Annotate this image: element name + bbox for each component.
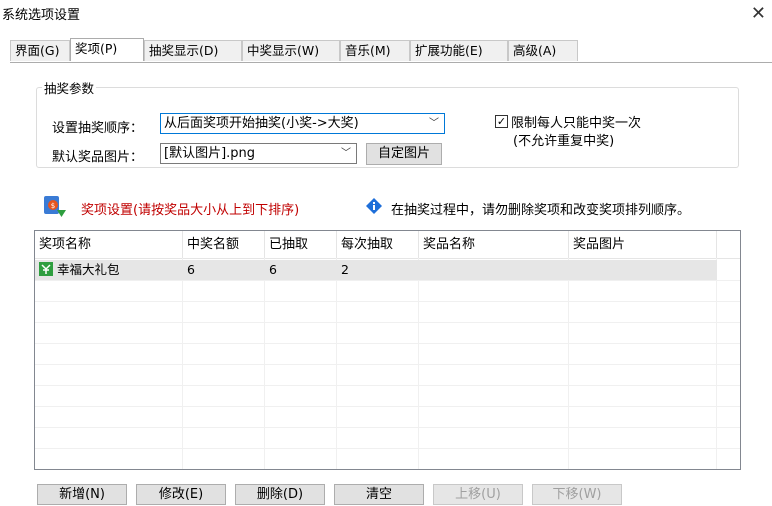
close-icon[interactable]: ✕ bbox=[751, 3, 766, 24]
column-header-prize-image[interactable]: 奖品图片 bbox=[569, 231, 717, 258]
move-up-button[interactable]: 上移(U) bbox=[433, 484, 523, 505]
column-header-name[interactable]: 奖项名称 bbox=[35, 231, 183, 258]
move-down-button[interactable]: 下移(W) bbox=[532, 484, 622, 505]
column-header-drawn[interactable]: 已抽取 bbox=[265, 231, 337, 258]
info-icon bbox=[366, 198, 382, 214]
lottery-params-legend: 抽奖参数 bbox=[44, 81, 95, 96]
cell-item-name bbox=[419, 260, 423, 280]
cell-drawn: 6 bbox=[269, 262, 277, 277]
tab-music[interactable]: 音乐(M) bbox=[340, 40, 410, 61]
default-image-label: 默认奖品图片： bbox=[52, 150, 144, 165]
tab-interface[interactable]: 界面(G) bbox=[10, 40, 70, 61]
limit-once-checkbox[interactable]: ✓ bbox=[495, 115, 508, 128]
delete-button[interactable]: 删除(D) bbox=[235, 484, 325, 505]
edit-button[interactable]: 修改(E) bbox=[136, 484, 226, 505]
table-header: 奖项名称 中奖名额 已抽取 每次抽取 奖品名称 奖品图片 bbox=[35, 231, 740, 259]
tab-prizes[interactable]: 奖项(P) bbox=[70, 38, 144, 61]
cell-quota: 6 bbox=[187, 262, 195, 277]
tab-extensions[interactable]: 扩展功能(E) bbox=[410, 40, 508, 61]
default-image-value: [默认图片].png bbox=[164, 146, 256, 161]
cell-prize-name: 幸福大礼包 bbox=[57, 262, 120, 277]
prize-icon bbox=[39, 260, 53, 280]
draw-order-label: 设置抽奖顺序： bbox=[52, 121, 144, 136]
tab-draw-display[interactable]: 抽奖显示(D) bbox=[144, 40, 242, 61]
draw-order-value: 从后面奖项开始抽奖(小奖->大奖) bbox=[164, 116, 359, 131]
draw-order-select[interactable]: 从后面奖项开始抽奖(小奖->大奖) ﹀ bbox=[160, 113, 445, 134]
prize-settings-info: 在抽奖过程中，请勿删除奖项和改变奖项排列顺序。 bbox=[391, 203, 691, 218]
column-header-quota[interactable]: 中奖名额 bbox=[183, 231, 265, 258]
window-title: 系统选项设置 bbox=[2, 8, 81, 23]
cell-item-image bbox=[569, 260, 573, 280]
chevron-down-icon: ﹀ bbox=[429, 118, 439, 129]
default-image-select[interactable]: [默认图片].png ﹀ bbox=[160, 143, 357, 164]
prize-table[interactable]: 奖项名称 中奖名额 已抽取 每次抽取 奖品名称 奖品图片 幸福大礼包 6 6 2 bbox=[34, 230, 741, 470]
limit-once-label: 限制每人只能中奖一次 bbox=[511, 116, 642, 131]
chevron-down-icon: ﹀ bbox=[341, 148, 351, 159]
title-bar bbox=[0, 0, 772, 30]
prize-settings-heading: 奖项设置(请按奖品大小从上到下排序) bbox=[81, 203, 300, 218]
tab-advanced[interactable]: 高级(A) bbox=[508, 40, 578, 61]
limit-once-sublabel: (不允许重复中奖) bbox=[513, 134, 615, 149]
column-header-prize-name[interactable]: 奖品名称 bbox=[419, 231, 569, 258]
clear-button[interactable]: 清空 bbox=[334, 484, 424, 505]
tab-winner-display[interactable]: 中奖显示(W) bbox=[242, 40, 340, 61]
svg-text:$: $ bbox=[51, 202, 55, 210]
add-button[interactable]: 新增(N) bbox=[37, 484, 127, 505]
custom-image-button[interactable]: 自定图片 bbox=[366, 143, 442, 165]
cell-per-draw: 2 bbox=[341, 262, 349, 277]
prize-settings-icon: $ bbox=[42, 194, 68, 220]
column-header-per-draw[interactable]: 每次抽取 bbox=[337, 231, 419, 258]
table-row[interactable]: 幸福大礼包 6 6 2 bbox=[35, 260, 717, 280]
